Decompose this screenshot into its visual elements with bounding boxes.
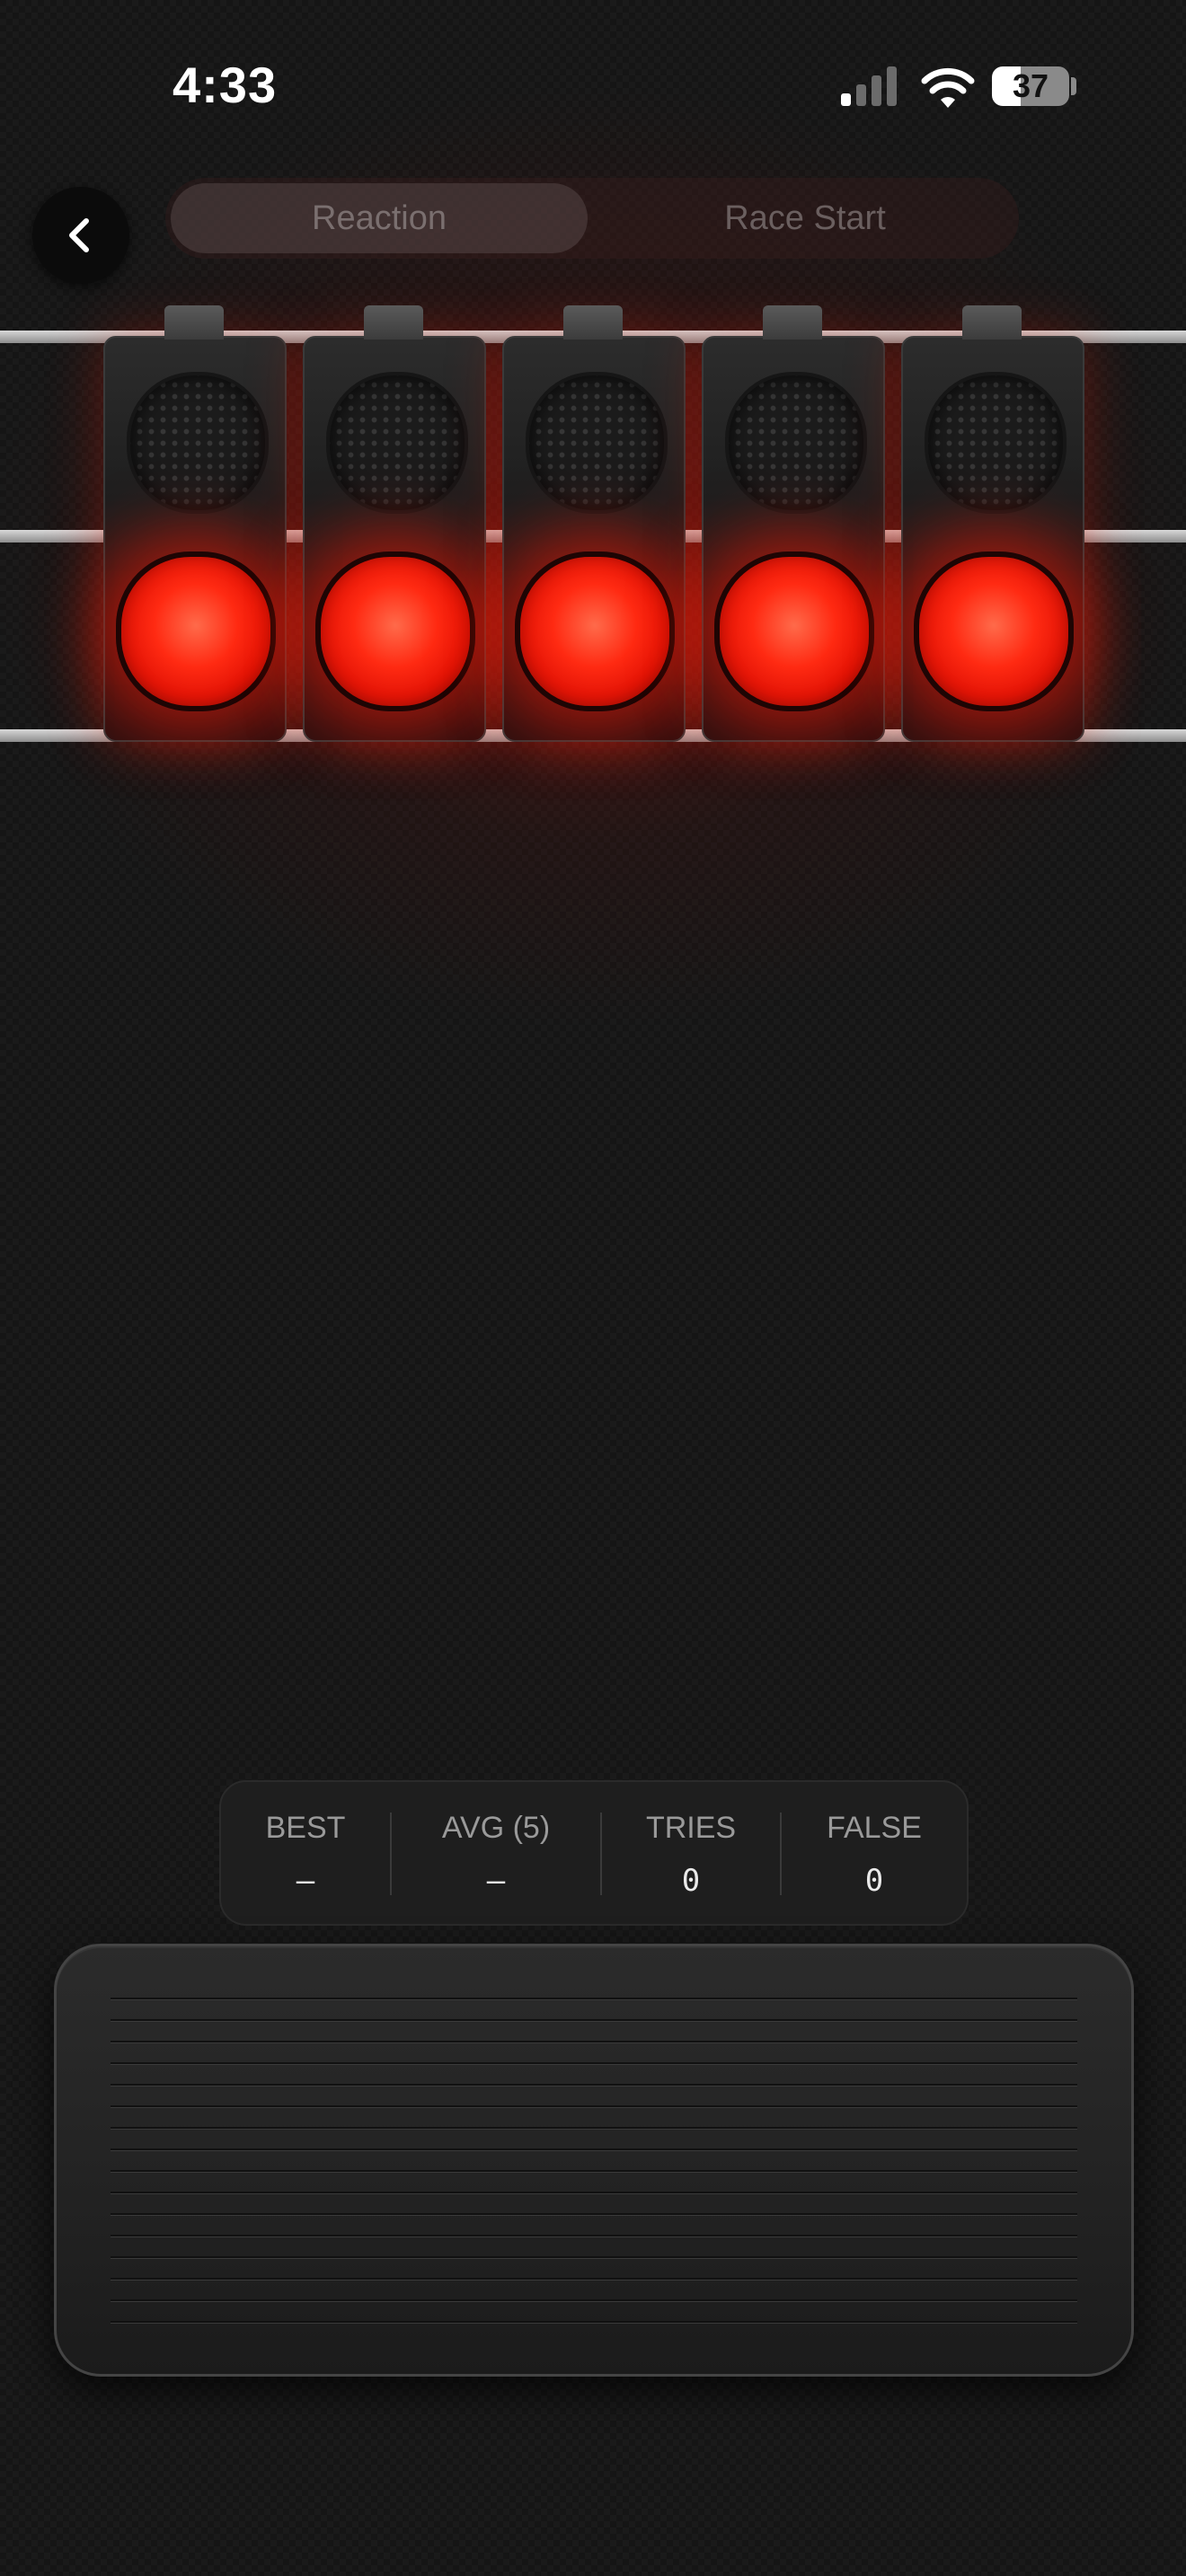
start-light-4 xyxy=(702,305,885,742)
stat-label: TRIES xyxy=(645,1811,737,1845)
unlit-lamp xyxy=(326,372,468,514)
unlit-lamp xyxy=(127,372,269,514)
status-time: 4:33 xyxy=(173,57,278,113)
light-mount xyxy=(164,305,224,340)
stat-average: AVG (5) — xyxy=(392,1782,600,1924)
stat-value: 0 xyxy=(864,1863,884,1899)
start-light-3 xyxy=(502,305,686,742)
tap-pad-grooves xyxy=(111,1979,1077,2334)
back-button[interactable] xyxy=(32,187,129,284)
stat-false-starts: FALSE 0 xyxy=(782,1782,967,1924)
light-mount xyxy=(962,305,1022,340)
unlit-lamp xyxy=(526,372,668,514)
tab-race-start[interactable]: Race Start xyxy=(597,183,1013,253)
red-lamp xyxy=(315,551,475,711)
start-light-1 xyxy=(103,305,287,742)
red-lamp xyxy=(515,551,675,711)
stat-label: BEST xyxy=(265,1811,346,1845)
stat-label: FALSE xyxy=(827,1811,922,1845)
start-light-5 xyxy=(901,305,1084,742)
stat-best: BEST — xyxy=(221,1782,390,1924)
light-mount xyxy=(563,305,623,340)
mode-segmented-control: Reaction Race Start xyxy=(165,178,1019,259)
stat-tries: TRIES 0 xyxy=(602,1782,780,1924)
stat-value: — xyxy=(296,1863,315,1899)
stats-panel: BEST — AVG (5) — TRIES 0 FALSE 0 xyxy=(219,1780,969,1926)
light-mount xyxy=(763,305,822,340)
red-lamp xyxy=(116,551,276,711)
stat-value: — xyxy=(486,1863,506,1899)
red-lamp xyxy=(714,551,874,711)
tab-reaction[interactable]: Reaction xyxy=(171,183,588,253)
light-mount xyxy=(364,305,423,340)
chevron-left-icon xyxy=(69,218,89,252)
start-light-2 xyxy=(303,305,486,742)
unlit-lamp xyxy=(725,372,867,514)
unlit-lamp xyxy=(925,372,1067,514)
stat-value: 0 xyxy=(681,1863,701,1899)
reaction-tap-pad[interactable] xyxy=(54,1944,1134,2377)
stat-label: AVG (5) xyxy=(441,1811,551,1845)
wifi-icon xyxy=(920,65,976,110)
red-lamp xyxy=(914,551,1074,711)
cellular-signal-icon xyxy=(841,66,900,106)
battery-level: 37 xyxy=(1012,67,1049,104)
